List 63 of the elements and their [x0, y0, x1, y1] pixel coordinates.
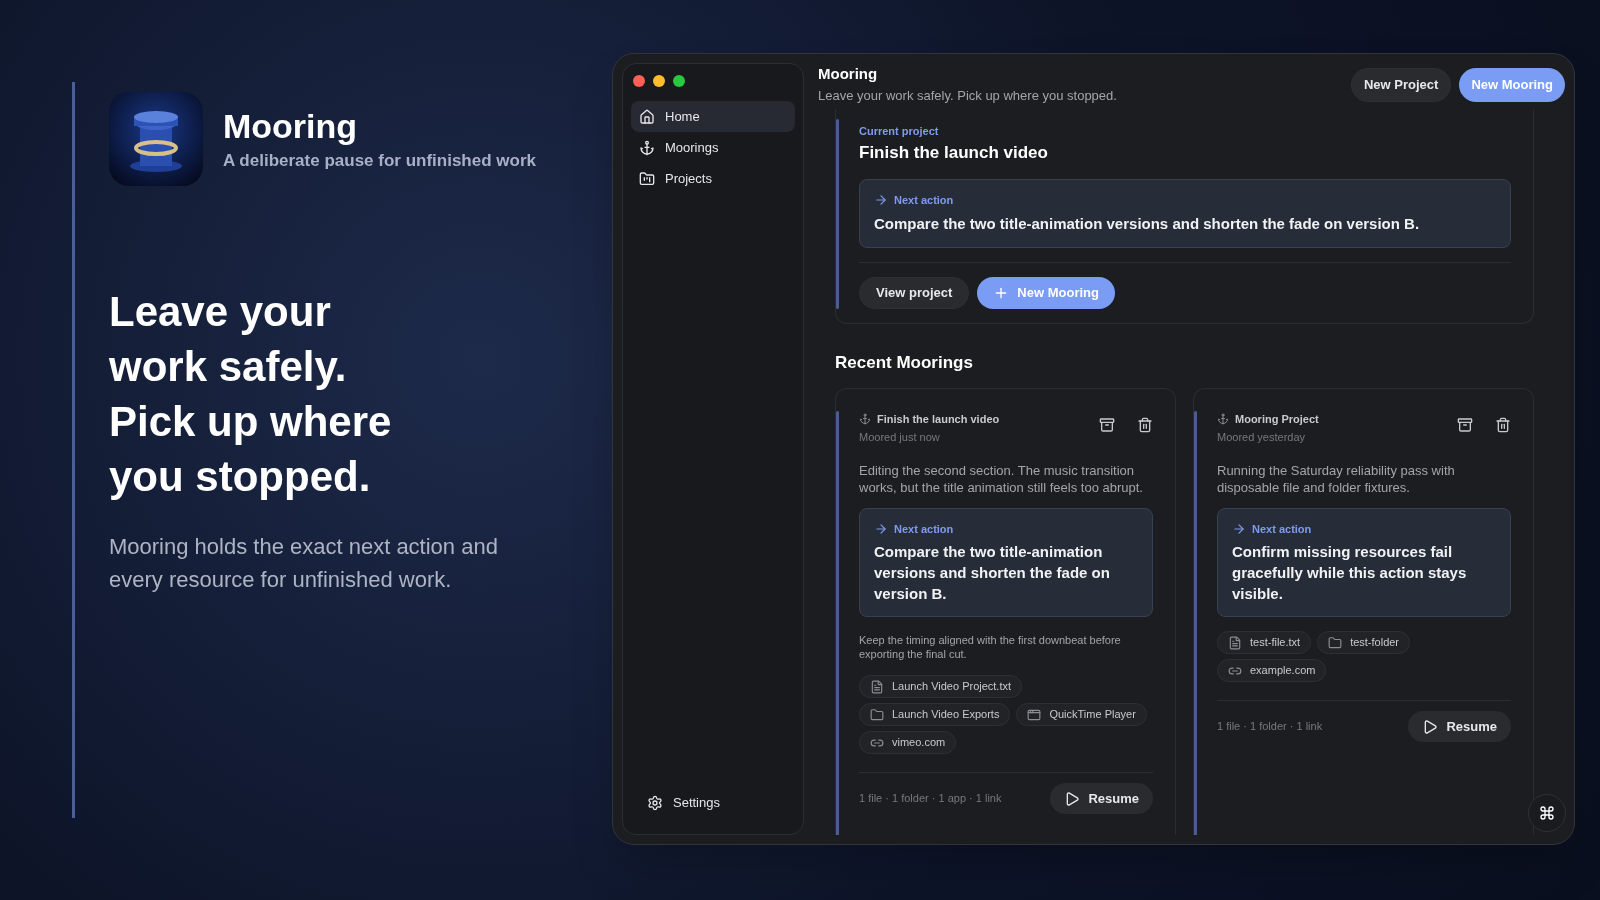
- card-project-name: Finish the launch video: [877, 411, 1000, 427]
- headline: Leave your work safely. Pick up where you stopped.: [109, 287, 393, 502]
- sidebar-item[interactable]: Moorings: [631, 132, 795, 163]
- section-title: Recent Moorings: [835, 352, 974, 374]
- next-action-text: Compare the two title-animation versions and shorten the fade on version B.: [874, 213, 1421, 234]
- anchor-icon: [639, 139, 655, 156]
- card-note: Keep the timing aligned with the first downbeat before exporting the final cut.: [859, 633, 1122, 661]
- next-action-label: Next action: [1252, 521, 1312, 537]
- app-icon: [109, 92, 203, 186]
- folder-icon: [870, 707, 884, 722]
- next-action-text: Compare the two title-animation versions and shorten the fade on version B.: [874, 542, 1111, 604]
- next-action-label: Next action: [894, 521, 954, 537]
- archive-button[interactable]: [1099, 416, 1115, 433]
- app-tagline: A deliberate pause for unfinished work: [223, 149, 536, 172]
- secondary-button[interactable]: View project: [859, 277, 970, 309]
- anchor-icon: [859, 412, 871, 425]
- resume-button[interactable]: Resume: [1050, 783, 1153, 814]
- secondary-button[interactable]: New Project: [1350, 68, 1452, 102]
- sidebar-item[interactable]: Projects: [631, 163, 795, 194]
- delete-button[interactable]: [1137, 416, 1153, 433]
- close-window-button[interactable]: [633, 75, 645, 87]
- app-name: Mooring: [223, 106, 359, 147]
- arrow-icon: [874, 521, 888, 536]
- resource-counts: 1 file · 1 folder · 1 link: [1217, 719, 1323, 735]
- resource-chip[interactable]: Launch Video Project.txt: [859, 675, 1023, 698]
- resource-chip[interactable]: example.com: [1217, 659, 1327, 682]
- window-icon: [1027, 707, 1042, 722]
- archive-button[interactable]: [1457, 416, 1473, 433]
- promo-description: Mooring holds the exact next action and every resource for unfinished work.: [109, 533, 499, 594]
- resource-chip[interactable]: QuickTime Player: [1016, 703, 1147, 726]
- folder-icon: [639, 170, 655, 187]
- settings-icon: [647, 795, 663, 811]
- resource-chip[interactable]: Launch Video Exports: [859, 703, 1011, 726]
- sidebar-item[interactable]: Home: [631, 101, 795, 132]
- delete-button[interactable]: [1495, 416, 1511, 433]
- folder-icon: [1328, 635, 1343, 650]
- moored-time: Moored yesterday: [1217, 430, 1307, 445]
- card-summary: Editing the second section. The music transition works, but the title animation still feels too abrupt.: [859, 461, 1144, 496]
- settings-item[interactable]: Settings: [631, 788, 795, 818]
- play-icon: [1064, 790, 1081, 807]
- card-summary: Running the Saturday reliability pass with disposable file and folder fixtures.: [1217, 461, 1456, 496]
- next-action-text: Confirm missing resources fail gracefully while this action stays visible.: [1232, 542, 1468, 604]
- floating-button[interactable]: [1528, 794, 1566, 832]
- resource-chip[interactable]: vimeo.com: [859, 731, 957, 754]
- window-subtitle: Leave your work safely. Pick up where you stopped.: [818, 86, 1117, 105]
- home-icon: [639, 108, 655, 125]
- anchor-icon: [1217, 412, 1229, 425]
- maximize-window-button[interactable]: [673, 75, 685, 87]
- current-project-title: Finish the launch video: [859, 141, 1049, 164]
- card-project-name: Mooring Project: [1235, 411, 1319, 427]
- resume-button[interactable]: Resume: [1408, 711, 1511, 742]
- resource-chip[interactable]: test-file.txt: [1217, 631, 1312, 654]
- current-project-label: Current project: [859, 124, 940, 139]
- minimize-window-button[interactable]: [653, 75, 665, 87]
- resource-counts: 1 file · 1 folder · 1 app · 1 link: [859, 791, 1002, 807]
- command-icon: [1539, 805, 1555, 821]
- play-icon: [1422, 718, 1439, 735]
- window-title: Mooring: [818, 64, 879, 84]
- file-icon: [1228, 635, 1242, 650]
- next-action-label: Next action: [894, 193, 954, 208]
- resource-chip[interactable]: test-folder: [1317, 631, 1411, 654]
- moored-time: Moored just now: [859, 430, 941, 445]
- file-icon: [870, 679, 884, 694]
